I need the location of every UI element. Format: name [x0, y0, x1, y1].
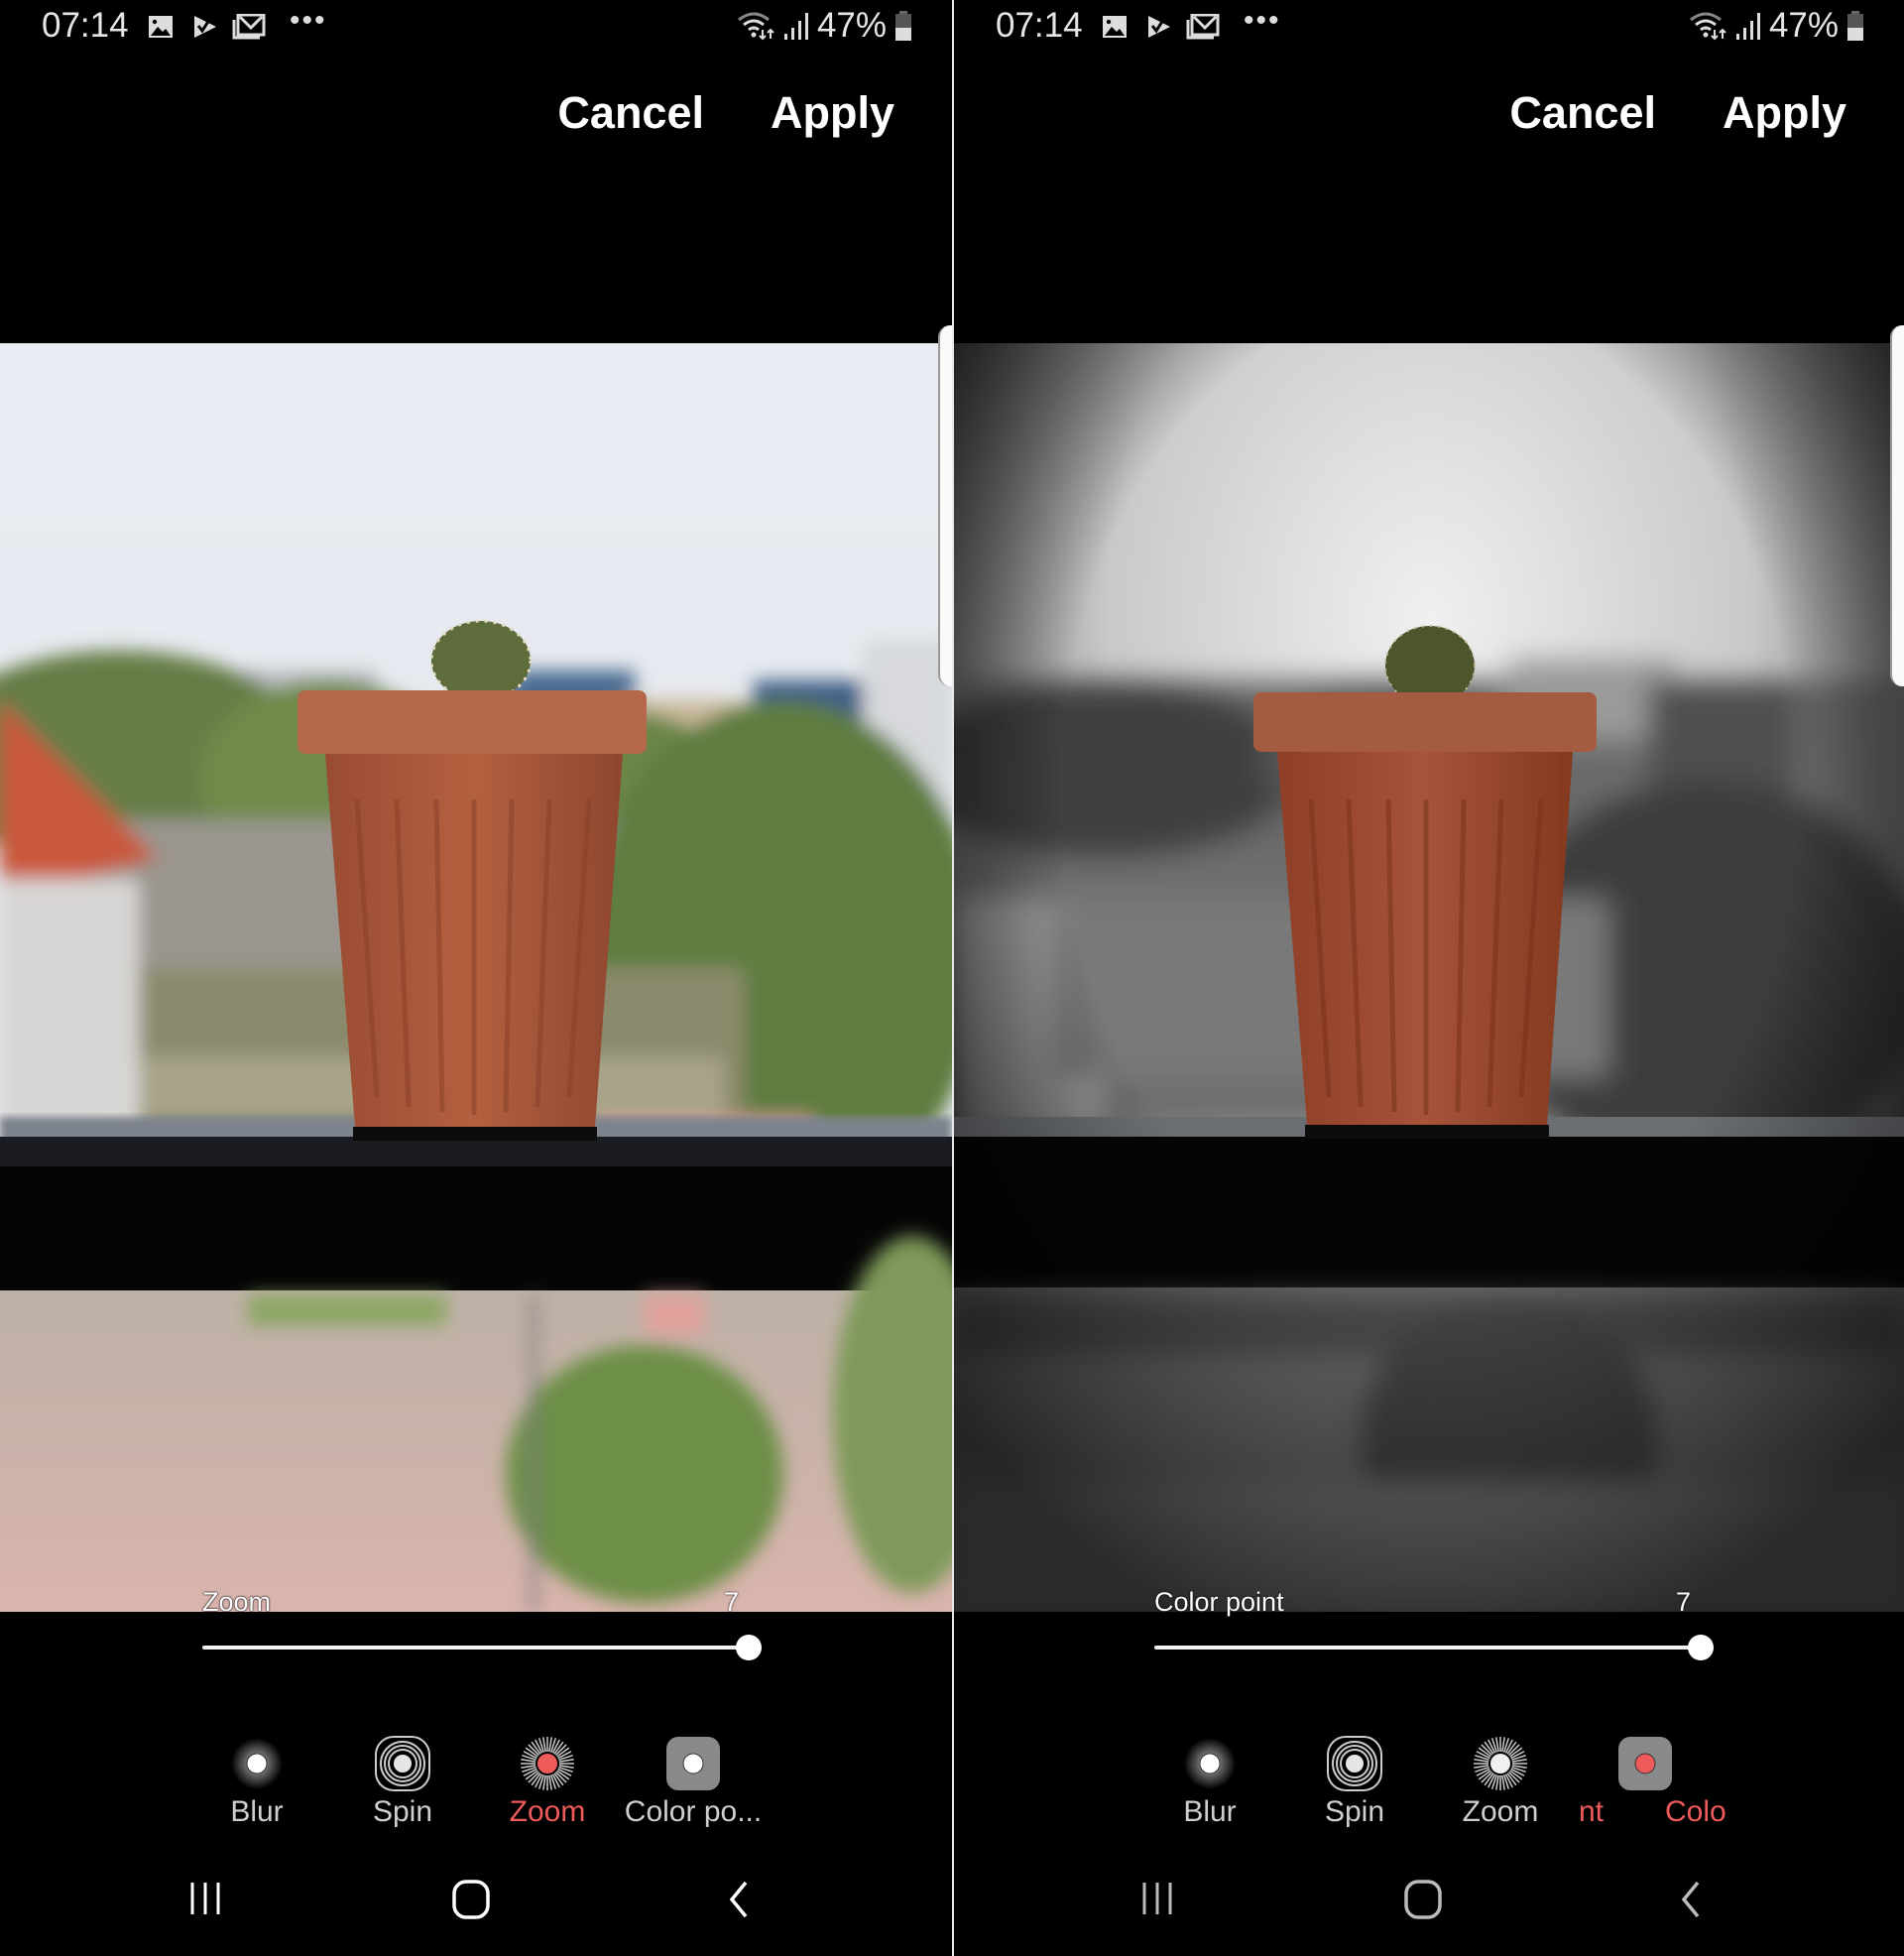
intensity-slider-track[interactable] [1154, 1646, 1701, 1650]
wifi-icon [1690, 12, 1726, 41]
photo-preview[interactable] [0, 343, 952, 1612]
battery-icon [1847, 11, 1863, 41]
zoom-icon [1474, 1737, 1527, 1790]
status-time: 07:14 [42, 6, 129, 45]
battery-percent: 47% [816, 6, 887, 45]
marquee-part-head: Colo [1665, 1795, 1726, 1828]
check-task-icon [1148, 16, 1170, 38]
intensity-slider-track[interactable] [202, 1646, 749, 1650]
blur-icon [231, 1738, 283, 1789]
spin-icon [1327, 1736, 1382, 1791]
edit-toolbar: Cancel Apply [0, 79, 952, 149]
effect-zoom-label: Zoom [1462, 1795, 1539, 1828]
signal-icon [783, 13, 808, 40]
navigation-bar [0, 1865, 952, 1944]
effect-zoom[interactable]: Zoom [1426, 1726, 1575, 1835]
gallery-icon [149, 16, 173, 38]
intensity-slider-thumb[interactable] [736, 1635, 762, 1660]
edit-toolbar: Cancel Apply [954, 79, 1904, 149]
check-task-icon [194, 16, 216, 38]
slider-label: Zoom [202, 1587, 272, 1617]
color-point-photo [954, 343, 1904, 1612]
status-bar: 07:14 ••• 47% [0, 0, 952, 56]
zoom-blurred-photo [0, 343, 952, 1612]
slider-value: 7 [1676, 1587, 1692, 1617]
edge-panel-handle[interactable] [938, 325, 952, 686]
signal-icon [1735, 13, 1760, 40]
home-icon[interactable] [1403, 1879, 1443, 1920]
more-notifications-icon: ••• [290, 4, 327, 37]
gallery-icon [1103, 16, 1127, 38]
effect-color-point[interactable]: Color po... [619, 1726, 768, 1835]
recents-icon[interactable] [188, 1879, 222, 1918]
left-screen: 07:14 ••• 47% Cancel Apply Zoom 7 Blur S… [0, 0, 952, 1956]
status-bar: 07:14 ••• 47% [954, 0, 1904, 56]
marquee-part-tail: nt [1579, 1795, 1605, 1828]
recents-icon[interactable] [1140, 1879, 1174, 1918]
cancel-button[interactable]: Cancel [1509, 87, 1656, 139]
wifi-icon [738, 12, 774, 41]
edge-panel-handle[interactable] [1890, 325, 1904, 686]
system-status: 47% [736, 6, 912, 46]
color-point-icon [666, 1737, 720, 1790]
effect-color-point-label-marquee: nt Colo [1569, 1795, 1743, 1835]
gmail-icon [1186, 14, 1220, 40]
home-icon[interactable] [451, 1879, 491, 1920]
cancel-button[interactable]: Cancel [557, 87, 704, 139]
photo-preview[interactable] [954, 343, 1904, 1612]
status-time: 07:14 [996, 6, 1083, 45]
blur-icon [1184, 1738, 1236, 1789]
slider-label: Color point [1154, 1587, 1284, 1617]
gmail-icon [232, 14, 266, 40]
effect-color-point-label: Color po... [624, 1795, 763, 1828]
apply-button[interactable]: Apply [1723, 87, 1846, 139]
zoom-icon [521, 1737, 574, 1790]
apply-button[interactable]: Apply [771, 87, 894, 139]
back-icon[interactable] [724, 1879, 754, 1920]
color-point-icon [1618, 1737, 1672, 1790]
battery-percent: 47% [1768, 6, 1839, 45]
effect-selector: Blur Spin Zoom Color po... [0, 1726, 952, 1835]
back-icon[interactable] [1676, 1879, 1706, 1920]
slider-value: 7 [724, 1587, 740, 1617]
right-screen: 07:14 ••• 47% Cancel Apply Color point 7… [954, 0, 1904, 1956]
pot [1253, 625, 1597, 1139]
effect-selector: Blur Spin Zoom [954, 1726, 1904, 1835]
navigation-bar [954, 1865, 1904, 1944]
more-notifications-icon: ••• [1244, 4, 1281, 37]
system-status: 47% [1688, 6, 1864, 46]
intensity-slider-thumb[interactable] [1688, 1635, 1714, 1660]
spin-icon [375, 1736, 430, 1791]
battery-icon [895, 11, 911, 41]
